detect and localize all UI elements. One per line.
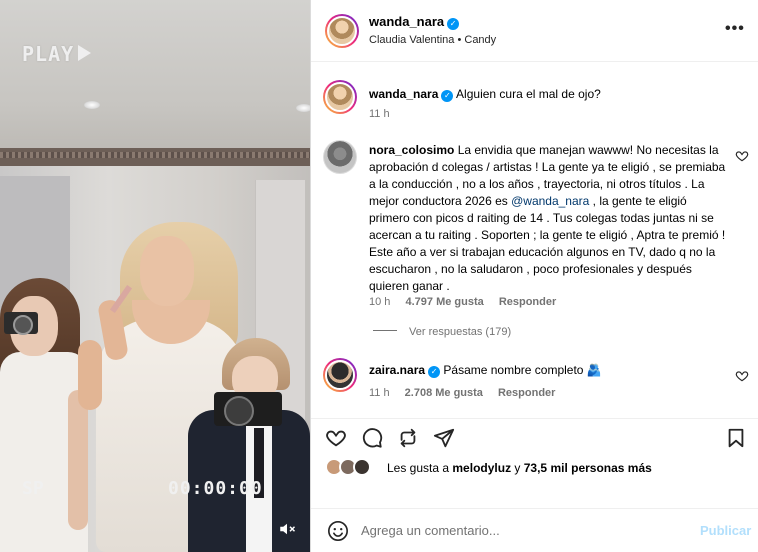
- comment-time[interactable]: 10 h: [369, 296, 390, 308]
- add-comment-bar: Agrega un comentario... Publicar: [311, 508, 758, 552]
- comment-username[interactable]: nora_colosimo: [369, 143, 454, 157]
- sp-overlay: SP: [22, 478, 44, 499]
- hug-emoji: 🫂: [586, 363, 602, 377]
- likes-text: Les gusta a melodyluz y 73,5 mil persona…: [387, 461, 652, 475]
- likes-prefix: Les gusta a: [387, 461, 453, 475]
- repost-icon[interactable]: [397, 427, 419, 449]
- comment-likes[interactable]: 4.797 Me gusta: [405, 296, 483, 308]
- caption-text: Alguien cura el mal de ojo?: [456, 87, 601, 101]
- camera-left: [4, 312, 38, 335]
- mention-link[interactable]: @wanda_nara: [511, 194, 589, 208]
- ceiling-light: [84, 101, 100, 109]
- comment-text: nora_colosimo La envidia que manejan waw…: [369, 142, 729, 295]
- avatar[interactable]: [323, 80, 357, 114]
- comment-body: Pásame nombre completo: [443, 363, 584, 377]
- liker-username[interactable]: melodyluz: [452, 461, 511, 475]
- avatar[interactable]: [323, 140, 357, 174]
- caption-username[interactable]: wanda_nara: [369, 87, 438, 101]
- likes-middle: y: [511, 461, 524, 475]
- comment-input[interactable]: Agrega un comentario...: [361, 523, 500, 538]
- action-bar: [311, 418, 758, 454]
- ceiling: [0, 0, 310, 150]
- play-overlay-text: PLAY: [22, 42, 75, 66]
- timecode-overlay: 00:00:00: [168, 478, 263, 499]
- audio-info[interactable]: Claudia Valentina • Candy: [369, 34, 496, 46]
- comment-time[interactable]: 11 h: [369, 387, 390, 399]
- caption-time[interactable]: 11 h: [369, 108, 390, 120]
- likes-count[interactable]: 73,5 mil personas más: [524, 461, 652, 475]
- post-panel: wanda_nara ✓ Claudia Valentina • Candy ••…: [310, 0, 758, 552]
- woman-face: [140, 236, 194, 306]
- camera-right: [214, 392, 282, 426]
- like-heart-icon[interactable]: [325, 427, 347, 449]
- header-username[interactable]: wanda_nara: [369, 14, 444, 29]
- post-caption: wanda_nara ✓ Alguien cura el mal de ojo?: [369, 86, 739, 102]
- emoji-icon[interactable]: [327, 520, 349, 542]
- publish-button[interactable]: Publicar: [700, 523, 751, 538]
- avatar[interactable]: [325, 14, 359, 48]
- comment-meta: 10 h 4.797 Me gusta Responder: [369, 296, 568, 308]
- comment-username[interactable]: zaira.nara: [369, 363, 425, 377]
- view-replies-label: Ver respuestas (179): [409, 326, 512, 338]
- comment-bubble-icon[interactable]: [361, 427, 383, 449]
- play-overlay: PLAY: [22, 42, 92, 66]
- reply-button[interactable]: Responder: [498, 387, 555, 399]
- post-header: wanda_nara ✓ Claudia Valentina • Candy ••…: [311, 0, 758, 62]
- replies-line: [373, 330, 397, 331]
- verified-badge-icon: ✓: [441, 90, 454, 102]
- comment-meta: 11 h 2.708 Me gusta Responder: [369, 387, 567, 399]
- caption-meta: 11 h: [369, 108, 402, 120]
- woman-arm: [78, 340, 102, 410]
- save-bookmark-icon[interactable]: [725, 427, 747, 449]
- view-replies-button[interactable]: Ver respuestas (179): [373, 326, 511, 338]
- comment-text: zaira.nara ✓ Pásame nombre completo 🫂: [369, 362, 729, 379]
- post-media[interactable]: PLAY SP 00:00:00: [0, 0, 310, 552]
- ceiling-light: [296, 104, 310, 112]
- verified-badge-icon: ✓: [428, 366, 441, 378]
- reply-button[interactable]: Responder: [499, 296, 556, 308]
- verified-badge-icon: ✓: [447, 18, 460, 30]
- play-triangle-icon: [78, 45, 92, 61]
- like-comment-heart-icon[interactable]: [735, 369, 749, 383]
- comment-body-continued: , la gente te eligió primero con picos d…: [369, 194, 726, 293]
- girl-left-arm: [68, 390, 88, 530]
- share-send-icon[interactable]: [433, 427, 455, 449]
- avatar[interactable]: [323, 358, 357, 392]
- more-options-icon[interactable]: •••: [725, 20, 745, 38]
- mute-icon[interactable]: [278, 520, 296, 538]
- like-comment-heart-icon[interactable]: [735, 149, 749, 163]
- comment-likes[interactable]: 2.708 Me gusta: [405, 387, 483, 399]
- liker-avatar: [353, 458, 371, 476]
- ceiling-strip: [0, 148, 310, 166]
- header-username-row: wanda_nara ✓: [369, 14, 460, 30]
